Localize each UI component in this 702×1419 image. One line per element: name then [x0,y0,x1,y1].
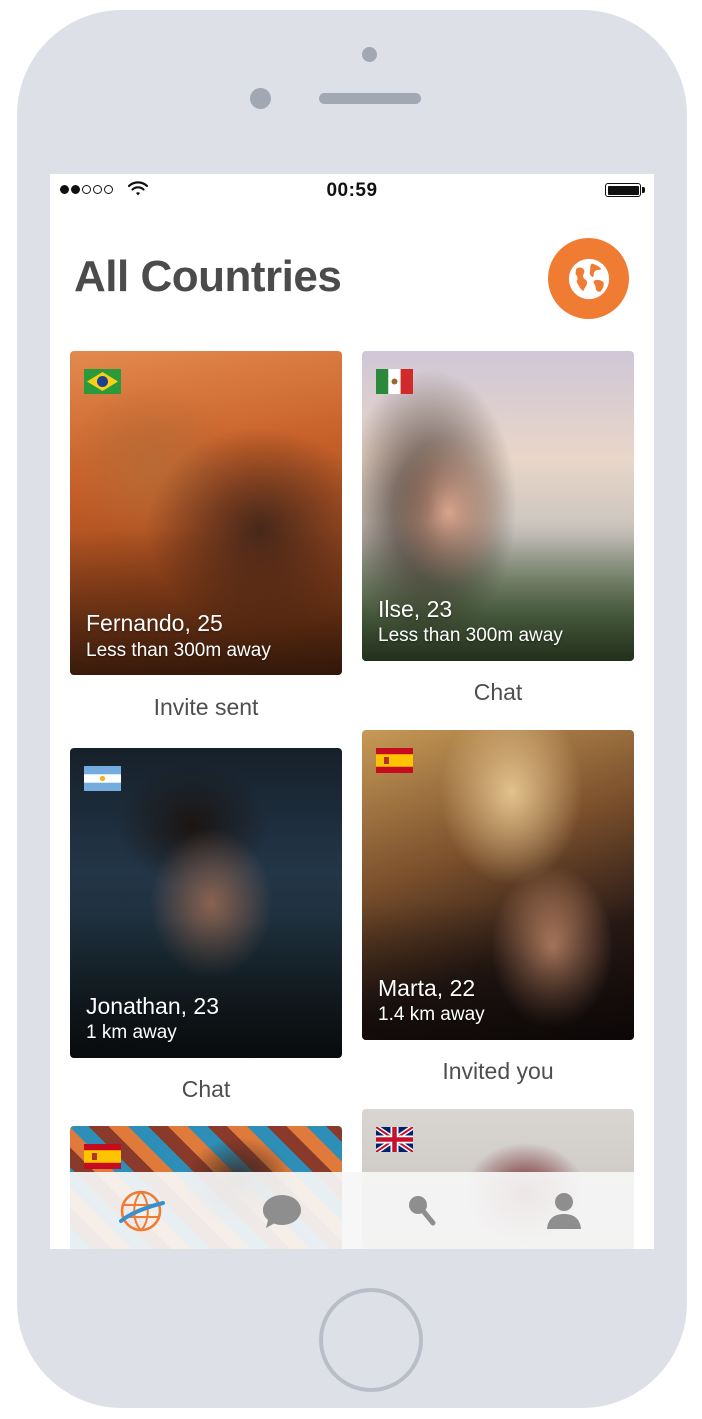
profile-card-jonathan[interactable]: Jonathan, 23 1 km away [70,748,342,1058]
profile-card-fernando[interactable]: Fernando, 25 Less than 300m away [70,351,342,675]
spain-flag-icon [376,748,413,773]
app-screen: 00:59 All Countries Fernando, 25 Less th… [50,174,654,1249]
profile-name-age: Marta, 22 [378,975,476,1001]
tab-search[interactable] [352,1172,493,1249]
globe-icon [568,258,609,299]
chat-button[interactable]: Chat [362,679,634,706]
invited-you-button[interactable]: Invited you [362,1058,634,1085]
mexico-flag-icon [376,369,413,394]
earpiece-speaker [319,93,421,104]
tab-chats[interactable] [211,1172,352,1249]
profile-name-age: Jonathan, 23 [86,993,220,1019]
globe-tab-icon [118,1190,165,1231]
spain-flag-icon [84,1144,121,1169]
globe-button[interactable] [548,238,629,319]
argentina-flag-icon [84,766,121,791]
profile-distance: 1.4 km away [378,1004,485,1025]
front-camera [250,88,271,109]
profile-distance: Less than 300m away [378,625,563,646]
profile-name-age: Fernando, 25 [86,610,223,636]
page-title: All Countries [74,252,342,301]
profile-card-marta[interactable]: Marta, 22 1.4 km away [362,730,634,1040]
brazil-flag-icon [84,369,121,394]
tab-profile[interactable] [493,1172,634,1249]
battery-icon [605,183,645,197]
profile-distance: Less than 300m away [86,640,271,661]
proximity-sensor [362,47,377,62]
chat-bubble-icon [262,1194,301,1228]
profile-icon [546,1192,581,1229]
uk-flag-icon [376,1127,413,1152]
profile-name-age: Ilse, 23 [378,596,453,622]
chat-button[interactable]: Chat [70,1076,342,1103]
status-bar: 00:59 [50,174,654,206]
tab-bar [70,1172,634,1249]
profile-card-ilse[interactable]: Ilse, 23 Less than 300m away [362,351,634,661]
status-time: 00:59 [326,180,378,201]
search-icon [408,1195,435,1225]
tab-explore[interactable] [70,1172,211,1249]
invite-sent-status: Invite sent [153,694,259,720]
home-button[interactable] [319,1288,423,1392]
profile-distance: 1 km away [86,1022,177,1043]
